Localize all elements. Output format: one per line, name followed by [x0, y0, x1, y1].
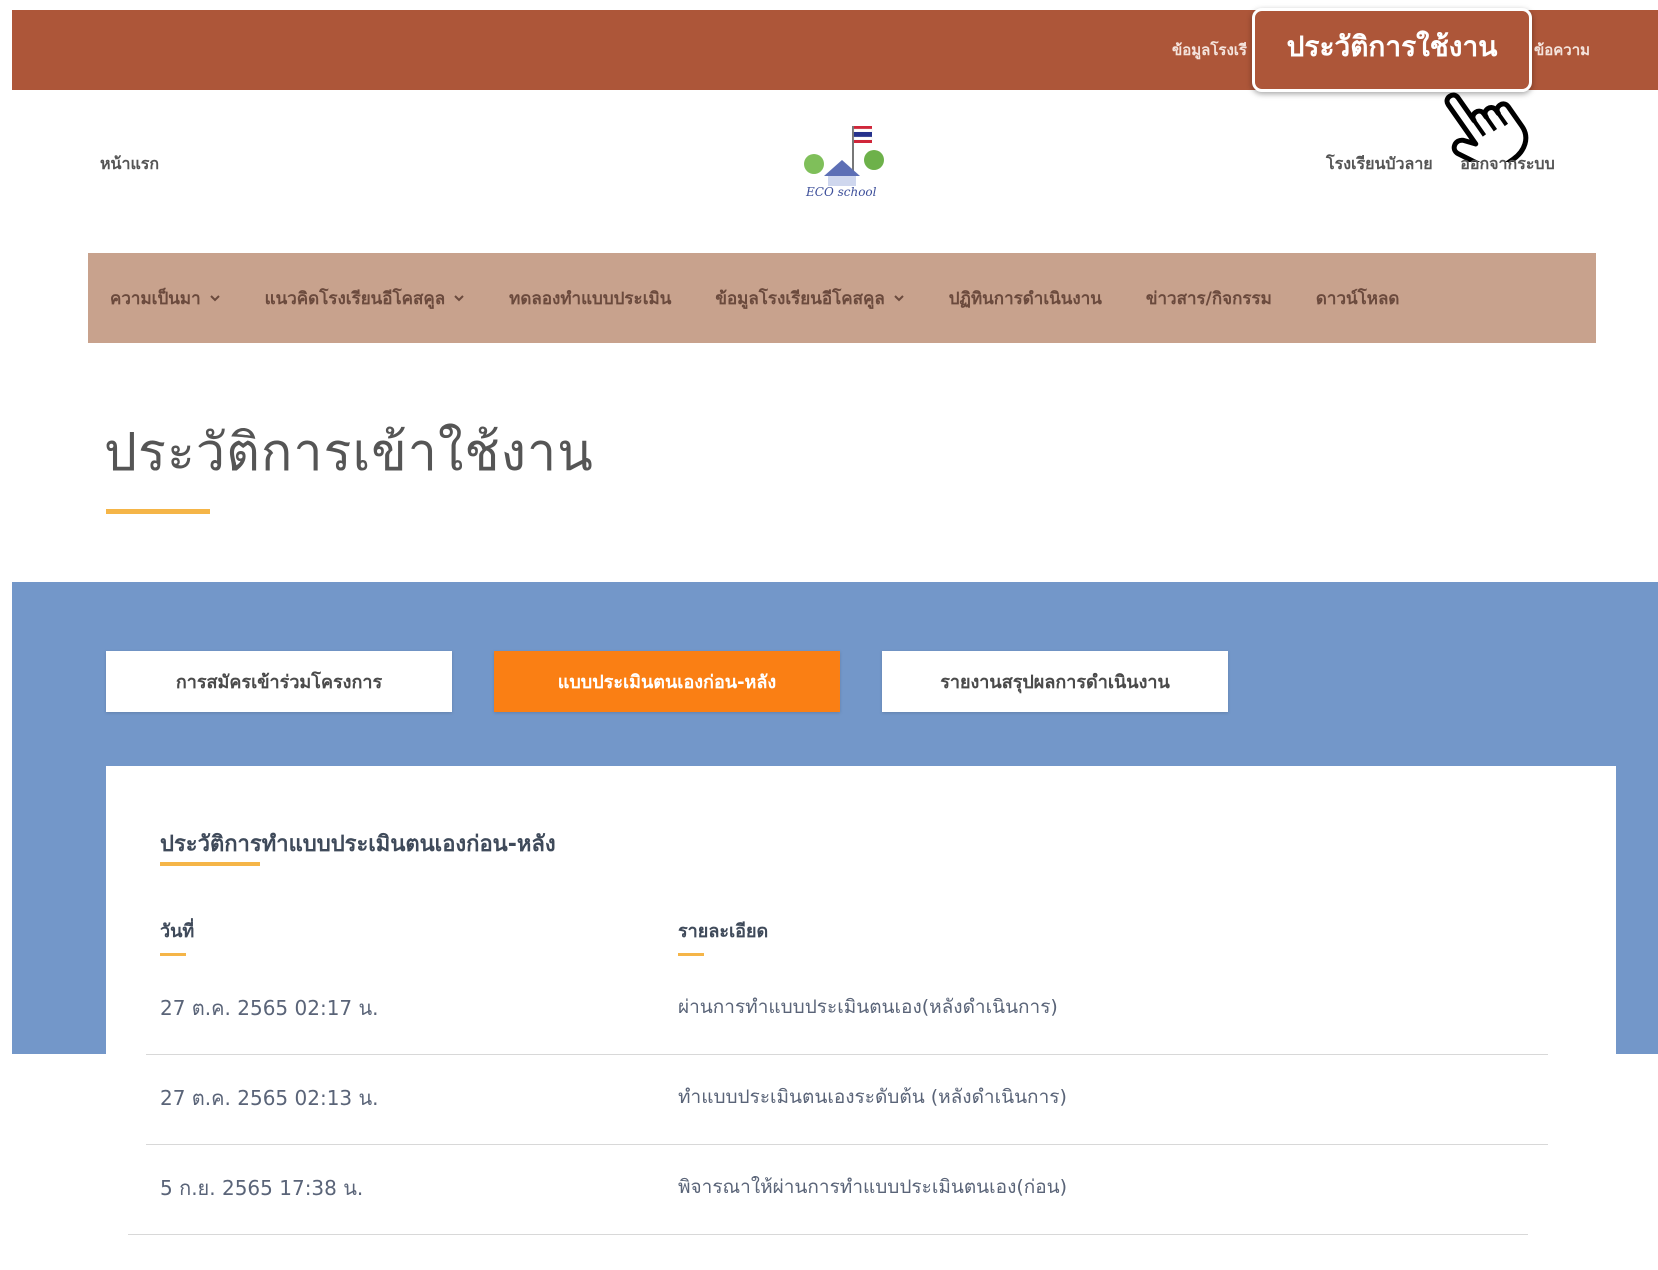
messages-link[interactable]: ข้อความ — [1534, 38, 1604, 62]
tab-registration[interactable]: การสมัครเข้าร่วมโครงการ — [106, 651, 452, 712]
section-title: ประวัติการทำแบบประเมินตนเองก่อน-หลัง — [160, 832, 556, 857]
nav-item-calendar[interactable]: ปฏิทินการดำเนินงาน — [949, 285, 1102, 312]
tab-self-assessment[interactable]: แบบประเมินตนเองก่อน-หลัง — [494, 651, 840, 712]
table-row-detail: ทำแบบประเมินตนเองระดับต้น (หลังดำเนินการ… — [678, 1086, 1067, 1108]
school-info-link[interactable]: ข้อมูลโรงเรี — [1172, 38, 1264, 62]
nav-item-label: ทดลองทำแบบประเมิน — [509, 288, 672, 309]
svg-text:ECO school: ECO school — [805, 185, 877, 199]
school-name-link[interactable]: โรงเรียนบัวลาย — [1326, 154, 1433, 173]
nav-item-label: แนวคิดโรงเรียนอีโคสคูล — [264, 288, 446, 309]
tab-summary-report[interactable]: รายงานสรุปผลการดำเนินงาน — [882, 651, 1228, 712]
nav-item-label: ข่าวสาร/กิจกรรม — [1145, 288, 1272, 309]
section-underline — [160, 862, 260, 866]
nav-item-history[interactable]: ความเป็นมา — [110, 285, 221, 312]
row-divider — [146, 1144, 1548, 1145]
logout-link[interactable]: ออกจากระบบ — [1460, 154, 1554, 173]
eco-school-logo-icon[interactable]: ECO school — [796, 120, 888, 212]
table-row-date: 27 ต.ค. 2565 02:17 น. — [160, 996, 379, 1020]
card-bottom — [88, 1222, 1596, 1270]
page-title: ประวัติการเข้าใช้งาน — [104, 423, 594, 483]
nav-item-label: ข้อมูลโรงเรียนอีโคสคูล — [715, 288, 885, 309]
chevron-down-icon — [454, 295, 464, 302]
table-row-date: 27 ต.ค. 2565 02:13 น. — [160, 1086, 379, 1110]
nav-item-download[interactable]: ดาวน์โหลด — [1316, 285, 1400, 312]
title-underline — [106, 509, 210, 514]
row-divider — [146, 1054, 1548, 1055]
column-header-detail: รายละเอียด — [678, 921, 769, 942]
pointing-hand-icon — [1444, 92, 1529, 162]
nav-item-news[interactable]: ข่าวสาร/กิจกรรม — [1146, 285, 1272, 312]
nav-item-trial-assessment[interactable]: ทดลองทำแบบประเมิน — [509, 285, 671, 312]
main-navigation: ความเป็นมา แนวคิดโรงเรียนอีโคสคูล ทดลองท… — [88, 253, 1596, 343]
chevron-down-icon — [209, 295, 220, 302]
nav-item-concept[interactable]: แนวคิดโรงเรียนอีโคสคูล — [265, 285, 466, 312]
chevron-down-icon — [894, 295, 904, 302]
table-row-detail: ผ่านการทำแบบประเมินตนเอง(หลังดำเนินการ) — [678, 996, 1058, 1018]
row-divider — [128, 1234, 1528, 1235]
header-right-links: โรงเรียนบัวลาย ออกจากระบบ — [1326, 152, 1577, 177]
table-row-date: 5 ก.ย. 2565 17:38 น. — [160, 1176, 364, 1200]
home-link[interactable]: หน้าแรก — [100, 152, 159, 177]
table-row-detail: พิจารณาให้ผ่านการทำแบบประเมินตนเอง(ก่อน) — [678, 1176, 1068, 1198]
nav-item-label: ปฏิทินการดำเนินงาน — [948, 288, 1102, 309]
column-underline — [678, 953, 704, 956]
column-header-date: วันที่ — [160, 921, 195, 942]
column-underline — [160, 953, 186, 956]
nav-item-label: ความเป็นมา — [110, 288, 201, 309]
nav-item-label: ดาวน์โหลด — [1315, 288, 1400, 309]
nav-item-school-info[interactable]: ข้อมูลโรงเรียนอีโคสคูล — [715, 285, 904, 312]
